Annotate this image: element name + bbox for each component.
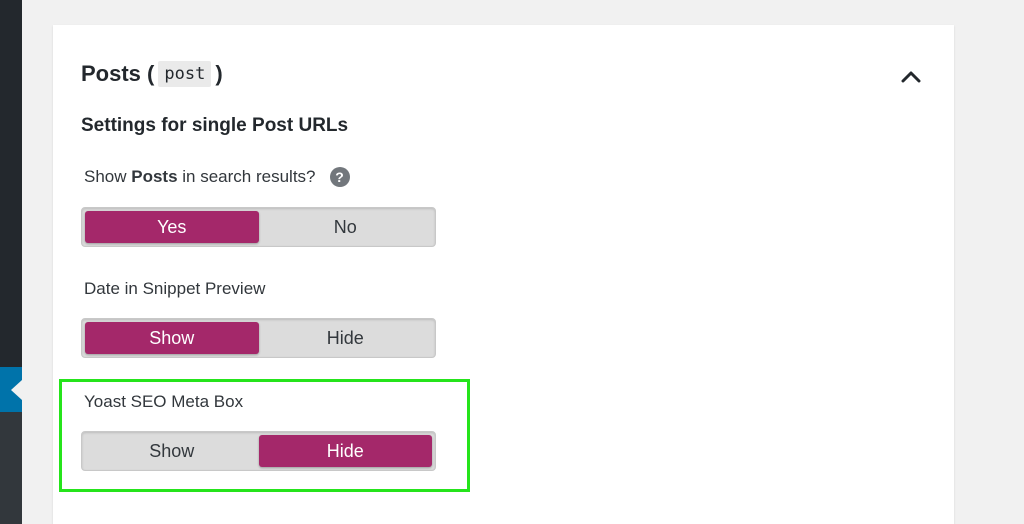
help-icon[interactable]: ? — [329, 167, 350, 187]
search-results-label-suffix: in search results? — [177, 167, 316, 186]
sidebar-lower-items — [0, 412, 22, 524]
search-results-label: Show Posts in search results? ? — [84, 167, 350, 187]
panel-title-suffix: ) — [215, 61, 223, 86]
date-snippet-label: Date in Snippet Preview — [84, 279, 266, 298]
panel-title: Posts ( post ) — [81, 61, 223, 87]
date-snippet-hide-option[interactable]: Hide — [259, 322, 433, 354]
highlight-box — [59, 379, 470, 492]
search-results-no-option[interactable]: No — [259, 211, 433, 243]
date-snippet-toggle[interactable]: Show Hide — [81, 318, 436, 358]
search-results-toggle[interactable]: Yes No — [81, 207, 436, 247]
search-results-yes-option[interactable]: Yes — [85, 211, 259, 243]
collapse-button[interactable] — [895, 60, 927, 92]
search-results-label-prefix: Show — [84, 167, 132, 186]
search-results-label-bold: Posts — [131, 167, 178, 186]
date-snippet-show-option[interactable]: Show — [85, 322, 259, 354]
section-heading: Settings for single Post URLs — [81, 115, 349, 136]
panel-title-prefix: Posts ( — [81, 61, 155, 86]
post-type-code: post — [158, 61, 212, 87]
sidebar-current-arrow — [11, 380, 22, 400]
chevron-up-icon — [901, 71, 921, 83]
